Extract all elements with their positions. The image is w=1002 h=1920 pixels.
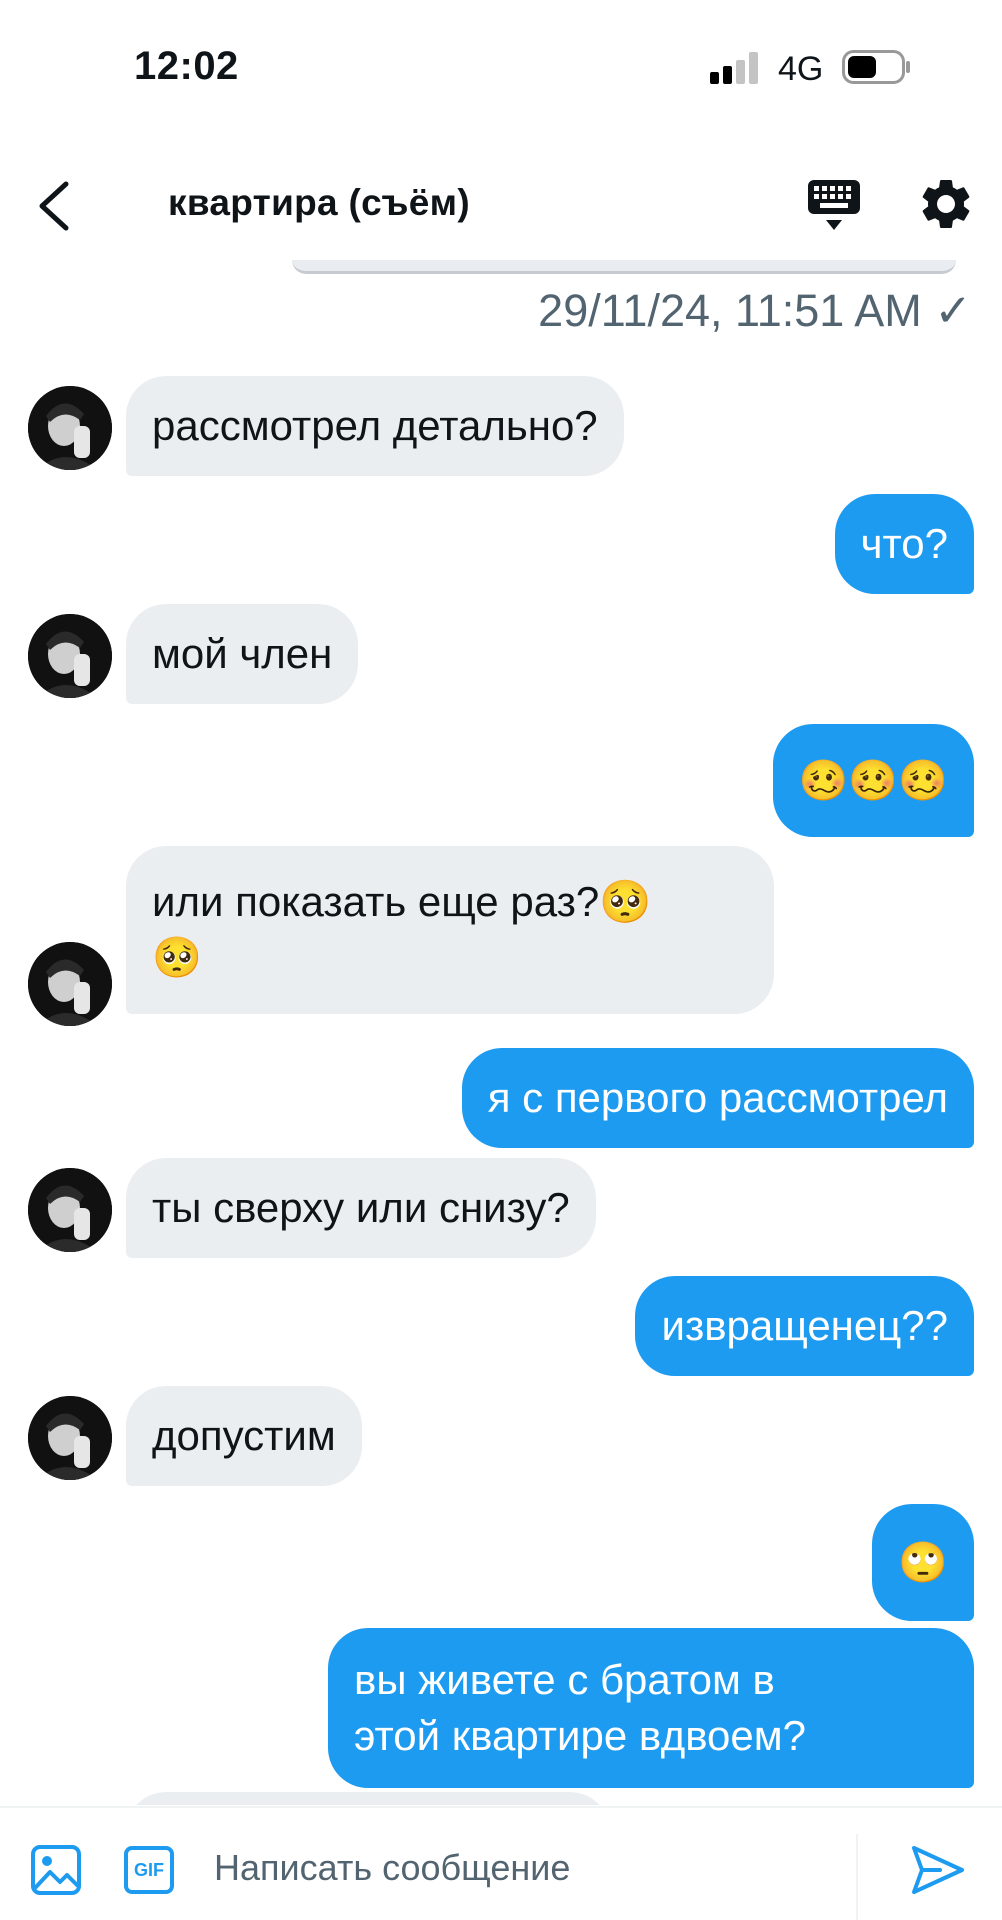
gif-button[interactable]: GIF [124,1846,174,1894]
signal-icon [710,52,760,84]
send-icon [912,1846,964,1894]
incoming-message[interactable]: мой член [126,604,359,704]
message-input[interactable] [214,1836,844,1900]
incoming-message[interactable]: или показать еще раз?🥺 🥺 [126,846,774,1014]
incoming-message[interactable]: ты сверху или снизу? [126,1158,596,1258]
outgoing-message[interactable]: извращенец?? [635,1276,974,1376]
next-message-bubble [126,1792,610,1805]
image-icon [31,1845,81,1895]
battery-icon [842,50,912,84]
keyboard-button[interactable] [804,178,864,234]
settings-button[interactable] [916,174,976,234]
outgoing-message[interactable]: вы живете с братом в этой квартире вдвое… [328,1628,974,1788]
outgoing-message[interactable]: 🥴🥴🥴 [772,724,974,837]
incoming-message[interactable]: рассмотрел детально? [126,376,624,476]
woozy-face-emoji: 🥴🥴🥴 [798,758,948,804]
keyboard-icon [808,180,860,230]
composer-divider [856,1834,858,1920]
status-time: 12:02 [134,44,239,88]
chat-header: квартира (съём) [0,140,1002,270]
status-bar: 12:02 4G [0,0,1002,140]
back-button[interactable] [30,174,80,238]
add-image-button[interactable] [30,1844,82,1896]
outgoing-message[interactable]: 🙄 [872,1504,974,1621]
gear-icon [922,179,970,228]
previous-message-bubble [292,260,956,274]
back-arrow-icon [39,181,69,231]
message-composer: GIF [0,1806,1002,1920]
outgoing-message[interactable]: что? [834,494,974,594]
network-label: 4G [778,50,824,88]
chat-title: квартира (съём) [168,182,470,223]
avatar[interactable] [28,1168,112,1252]
eye-roll-emoji: 🙄 [898,1540,948,1586]
avatar[interactable] [28,942,112,1026]
send-button[interactable] [908,1840,968,1900]
avatar[interactable] [28,1396,112,1480]
avatar[interactable] [28,386,112,470]
message-thread[interactable]: 29/11/24, 11:51 AM ✓ рассмотрел детально… [0,260,1002,1805]
message-timestamp: 29/11/24, 11:51 AM ✓ [538,285,972,336]
avatar[interactable] [28,614,112,698]
incoming-message[interactable]: допустим [126,1386,362,1486]
outgoing-message[interactable]: я с первого рассмотрел [461,1048,974,1148]
